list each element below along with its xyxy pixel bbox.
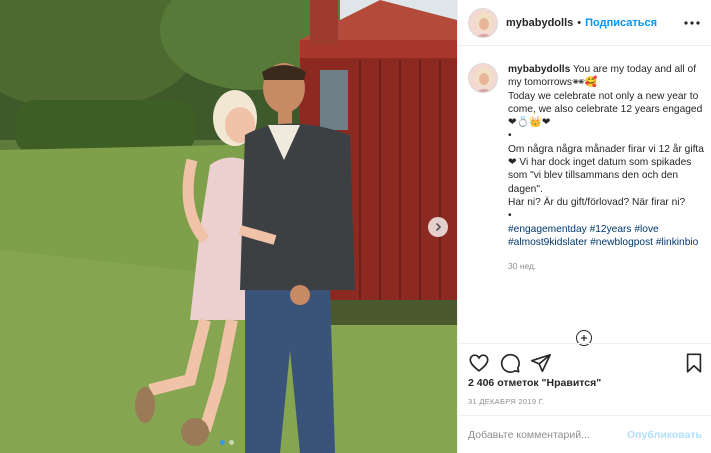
heart-icon[interactable] [468,352,490,374]
post-side-panel: mybabydolls • Подписаться mybabydolls Yo… [457,0,711,453]
caption-line: Om några några månader firar vi 12 år gi… [508,143,704,195]
caption-time: 30 нед. [508,261,537,272]
like-count[interactable]: 2 406 отметок "Нравится" [468,377,601,389]
avatar[interactable] [468,7,498,38]
photo-image [0,0,457,453]
avatar-image [469,64,497,92]
hashtag-link[interactable]: #almost9kidslater [508,237,587,248]
post-photo[interactable] [0,0,457,453]
caption-username[interactable]: mybabydolls [508,64,570,75]
publish-comment-button[interactable]: Опубликовать [627,429,702,441]
bookmark-icon[interactable] [683,352,705,374]
send-icon[interactable] [530,352,552,374]
hashtag-link[interactable]: #love [634,224,658,235]
caption-line: • [508,130,512,142]
caption-line: Today we celebrate not only a new year t… [508,90,703,129]
post-caption: mybabydolls You are my today and all of … [468,63,704,271]
caption-text: mybabydolls You are my today and all of … [508,63,704,249]
hashtag-link[interactable]: #linkinbio [656,237,698,248]
carousel-next-button[interactable] [428,217,448,237]
plus-icon [581,335,587,341]
header-separator: • [577,16,582,29]
caption-avatar[interactable] [468,63,498,93]
chevron-right-icon [435,222,442,232]
hashtag-link[interactable]: #12years [590,224,632,235]
post-date: 31 ДЕКАБРЯ 2019 Г. [468,397,545,406]
caption-first-line: mybabydolls You are my today and all of … [508,63,704,90]
comment-form: Опубликовать [458,415,711,453]
post-header: mybabydolls • Подписаться [458,0,711,46]
carousel-indicator [220,440,234,445]
comment-icon[interactable] [499,352,521,374]
carousel-dot [229,440,234,445]
carousel-dot-active [220,440,225,445]
hashtag-link[interactable]: #newblogpost [590,237,653,248]
avatar-image [469,8,497,37]
header-username[interactable]: mybabydolls [506,17,573,29]
hashtag-link[interactable]: #engagementday [508,224,587,235]
comment-input[interactable] [468,428,618,441]
caption-line: • [508,210,512,222]
hashtag-list: #engagementday #12years #love #almost9ki… [508,223,704,250]
caption-line: Har ni? Är du gift/förlovad? När firar n… [508,196,686,208]
more-options-icon[interactable] [682,13,702,33]
follow-button[interactable]: Подписаться [585,17,657,29]
